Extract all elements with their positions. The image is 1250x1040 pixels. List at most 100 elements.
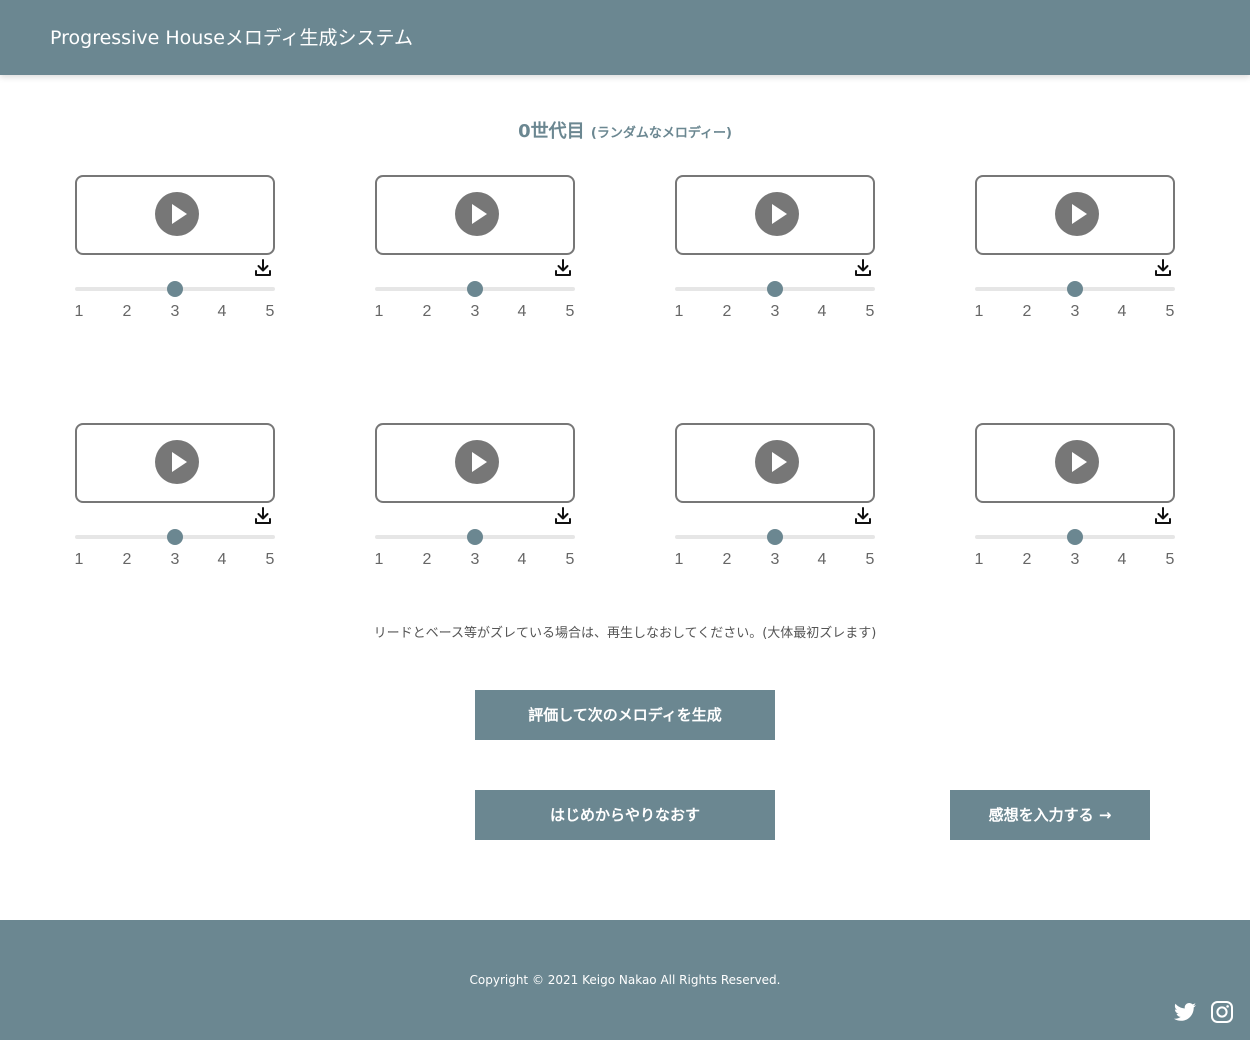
rating-slider[interactable] — [675, 281, 875, 297]
rating-tick-label: 5 — [865, 551, 875, 568]
twitter-icon[interactable] — [1173, 1000, 1197, 1024]
melody-player[interactable] — [975, 423, 1175, 503]
rating-tick-label: 4 — [217, 551, 227, 568]
rating-tick-label: 4 — [817, 551, 827, 568]
melody-card: 1 2 3 4 5 — [675, 175, 875, 325]
melody-card: 1 2 3 4 5 — [375, 175, 575, 325]
rating-tick-label: 2 — [722, 551, 732, 568]
rating-slider[interactable] — [975, 281, 1175, 297]
play-icon[interactable] — [155, 192, 199, 236]
sync-note: リードとベース等がズレている場合は、再生しなおしてください。(大体最初ズレます) — [373, 626, 877, 641]
rating-slider[interactable] — [975, 529, 1175, 545]
rating-thumb[interactable] — [1067, 281, 1083, 297]
play-icon[interactable] — [1055, 440, 1099, 484]
melody-card: 1 2 3 4 5 — [75, 175, 275, 325]
melody-player[interactable] — [675, 423, 875, 503]
restart-button[interactable]: はじめからやりなおす — [475, 790, 775, 840]
rating-tick-label: 3 — [470, 551, 480, 568]
melody-card: 1 2 3 4 5 — [675, 423, 875, 573]
rating-tick-label: 1 — [674, 551, 684, 568]
rating-ticks: 1 2 3 4 5 — [75, 303, 275, 323]
play-icon[interactable] — [155, 440, 199, 484]
download-icon[interactable] — [1153, 506, 1173, 526]
rating-slider[interactable] — [375, 281, 575, 297]
download-icon[interactable] — [553, 506, 573, 526]
rating-tick-label: 5 — [265, 551, 275, 568]
rating-slider[interactable] — [75, 529, 275, 545]
generation-heading: 0世代目 (ランダムなメロディー) — [0, 117, 1250, 143]
rating-tick-label: 2 — [122, 551, 132, 568]
evaluate-next-button[interactable]: 評価して次のメロディを生成 — [475, 690, 775, 740]
rating-tick-label: 5 — [565, 303, 575, 320]
rating-tick-label: 2 — [122, 303, 132, 320]
melody-player[interactable] — [75, 423, 275, 503]
rating-slider[interactable] — [75, 281, 275, 297]
site-header: Progressive Houseメロディ生成システム — [0, 0, 1250, 75]
download-icon[interactable] — [253, 506, 273, 526]
rating-thumb[interactable] — [467, 529, 483, 545]
rating-tick-label: 4 — [517, 303, 527, 320]
rating-tick-label: 1 — [74, 551, 84, 568]
play-icon[interactable] — [755, 192, 799, 236]
rating-tick-label: 3 — [770, 551, 780, 568]
download-icon[interactable] — [853, 506, 873, 526]
rating-tick-label: 4 — [217, 303, 227, 320]
rating-ticks: 1 2 3 4 5 — [75, 551, 275, 571]
rating-tick-label: 2 — [1022, 303, 1032, 320]
melody-player[interactable] — [975, 175, 1175, 255]
rating-tick-label: 1 — [974, 303, 984, 320]
rating-ticks: 1 2 3 4 5 — [375, 303, 575, 323]
download-icon[interactable] — [1153, 258, 1173, 278]
play-icon[interactable] — [1055, 192, 1099, 236]
rating-tick-label: 1 — [674, 303, 684, 320]
rating-tick-label: 2 — [422, 551, 432, 568]
rating-thumb[interactable] — [767, 529, 783, 545]
generation-title: 0世代目 — [518, 121, 585, 142]
download-icon[interactable] — [553, 258, 573, 278]
download-icon[interactable] — [853, 258, 873, 278]
melody-card: 1 2 3 4 5 — [375, 423, 575, 573]
feedback-button[interactable]: 感想を入力する → — [950, 790, 1150, 840]
rating-thumb[interactable] — [467, 281, 483, 297]
site-title: Progressive Houseメロディ生成システム — [50, 27, 413, 49]
rating-tick-label: 3 — [1070, 551, 1080, 568]
copyright: Copyright © 2021 Keigo Nakao All Rights … — [469, 973, 781, 987]
rating-thumb[interactable] — [1067, 529, 1083, 545]
rating-thumb[interactable] — [167, 529, 183, 545]
rating-tick-label: 5 — [265, 303, 275, 320]
rating-thumb[interactable] — [167, 281, 183, 297]
rating-tick-label: 4 — [517, 551, 527, 568]
rating-tick-label: 1 — [974, 551, 984, 568]
melody-card: 1 2 3 4 5 — [975, 423, 1175, 573]
melody-player[interactable] — [375, 423, 575, 503]
rating-tick-label: 3 — [470, 303, 480, 320]
play-icon[interactable] — [755, 440, 799, 484]
play-icon[interactable] — [455, 440, 499, 484]
rating-tick-label: 5 — [865, 303, 875, 320]
melody-player[interactable] — [675, 175, 875, 255]
melody-card: 1 2 3 4 5 — [75, 423, 275, 573]
rating-tick-label: 4 — [1117, 551, 1127, 568]
rating-tick-label: 3 — [770, 303, 780, 320]
rating-tick-label: 5 — [1165, 303, 1175, 320]
rating-tick-label: 2 — [722, 303, 732, 320]
rating-tick-label: 3 — [1070, 303, 1080, 320]
generation-subtitle: (ランダムなメロディー) — [590, 126, 732, 141]
rating-thumb[interactable] — [767, 281, 783, 297]
melody-player[interactable] — [375, 175, 575, 255]
rating-tick-label: 4 — [1117, 303, 1127, 320]
rating-ticks: 1 2 3 4 5 — [675, 551, 875, 571]
instagram-icon[interactable] — [1210, 1000, 1234, 1024]
play-icon[interactable] — [455, 192, 499, 236]
rating-tick-label: 2 — [422, 303, 432, 320]
rating-tick-label: 1 — [374, 303, 384, 320]
rating-slider[interactable] — [675, 529, 875, 545]
rating-ticks: 1 2 3 4 5 — [975, 551, 1175, 571]
rating-ticks: 1 2 3 4 5 — [675, 303, 875, 323]
rating-slider[interactable] — [375, 529, 575, 545]
download-icon[interactable] — [253, 258, 273, 278]
rating-tick-label: 3 — [170, 303, 180, 320]
melody-player[interactable] — [75, 175, 275, 255]
site-footer: Copyright © 2021 Keigo Nakao All Rights … — [0, 920, 1250, 1040]
rating-ticks: 1 2 3 4 5 — [375, 551, 575, 571]
